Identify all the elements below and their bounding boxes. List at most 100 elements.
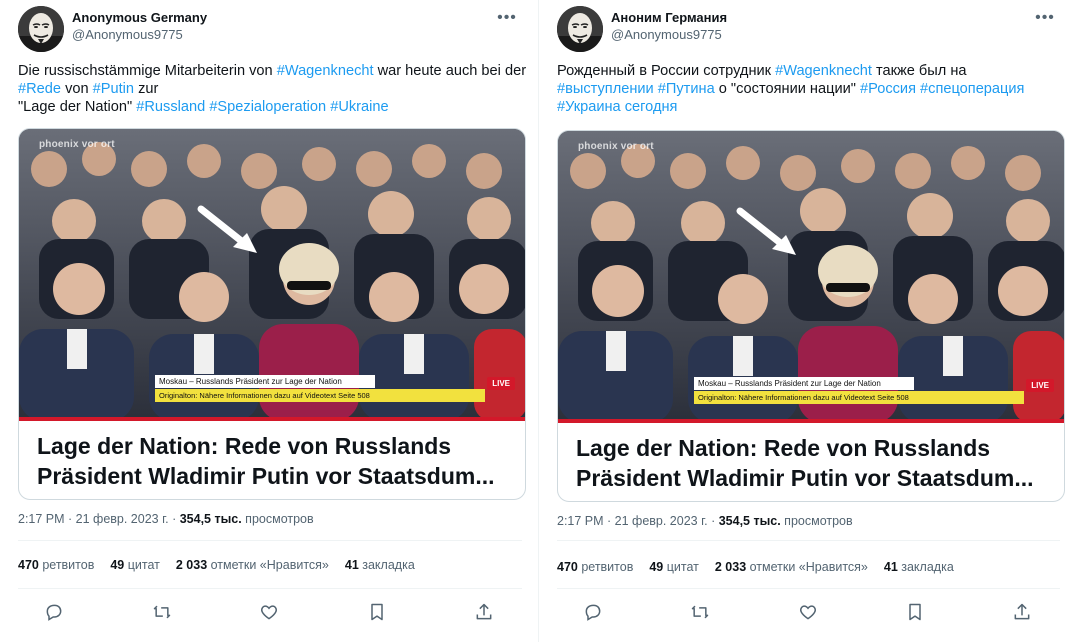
- card-title[interactable]: Lage der Nation: Rede von Russlands Präs…: [19, 421, 525, 491]
- heart-icon: [261, 605, 277, 620]
- hashtag-link[interactable]: #Россия: [860, 81, 916, 97]
- bookmark-icon: [370, 603, 383, 621]
- channel-watermark: phoenix vor ort: [39, 139, 115, 150]
- lower-third-line2: Originalton: Nähere Informationen dazu a…: [694, 391, 1024, 404]
- heart-icon: [799, 605, 816, 620]
- hashtag-link[interactable]: #Wagenknecht: [277, 63, 374, 79]
- likes-label: отметки «Нравится»: [746, 560, 868, 574]
- avatar[interactable]: [18, 6, 64, 52]
- hashtag-link[interactable]: #спецоперация: [920, 81, 1024, 97]
- hashtag-link[interactable]: #Украина сегодня: [557, 99, 677, 115]
- retweet-icon: [692, 605, 709, 619]
- more-horizontal-icon[interactable]: •••: [496, 8, 518, 28]
- views-count: 354,5 тыс.: [718, 514, 781, 528]
- share-button[interactable]: [1008, 598, 1036, 626]
- hashtag-link[interactable]: #Путина: [658, 81, 715, 97]
- likes-stat[interactable]: 2 033 отметки «Нравится»: [176, 558, 329, 572]
- like-button[interactable]: [255, 598, 283, 626]
- reply-button[interactable]: [40, 598, 68, 626]
- tweet-text-segment: Рожденный в России сотрудник: [557, 63, 776, 79]
- tweet-header: Аноним Германия @Anonymous9775 •••: [557, 6, 1060, 54]
- lower-third-line1: Moskau – Russlands Präsident zur Lage de…: [155, 375, 375, 388]
- card-title[interactable]: Lage der Nation: Rede von Russlands Präs…: [558, 423, 1064, 493]
- hashtag-link[interactable]: #Putin: [93, 81, 134, 97]
- bookmarks-label: закладка: [358, 558, 415, 572]
- tweet-text: Die russischstämmige Mitarbeiterin von #…: [18, 62, 528, 116]
- tweet-text-segment: zur: [134, 81, 159, 97]
- engagement-stats: 470 ретвитов 49 цитат 2 033 отметки «Нра…: [18, 558, 415, 572]
- likes-count: 2 033: [714, 560, 747, 574]
- retweet-button[interactable]: [148, 598, 176, 626]
- quotes-count: 49: [110, 558, 125, 572]
- tweet-left: Anonymous Germany @Anonymous9775 ••• Die…: [0, 0, 538, 642]
- action-bar: [40, 598, 498, 626]
- card-title-line2: Präsident Wladimir Putin vor Staatsdum..…: [576, 465, 1034, 491]
- retweets-count: 470: [557, 560, 578, 574]
- author-handle[interactable]: @Anonymous9775: [72, 26, 207, 44]
- bookmark-button[interactable]: [363, 598, 391, 626]
- link-card[interactable]: phoenix vor ort Moskau – Russlands Präsi…: [18, 128, 526, 500]
- bookmarks-count: 41: [344, 558, 359, 572]
- tweet-meta: 2:17 PM · 21 февр. 2023 г. · 354,5 тыс. …: [18, 512, 314, 526]
- live-badge: LIVE: [1026, 379, 1054, 392]
- hashtag-link[interactable]: #Ukraine: [330, 99, 388, 115]
- lower-third-line2: Originalton: Nähere Informationen dazu a…: [155, 389, 485, 402]
- tweet-text-segment: также был на: [871, 63, 967, 79]
- author-display-name[interactable]: Anonymous Germany: [72, 10, 207, 26]
- tweet-text-segment: о "состоянии нации": [714, 81, 860, 97]
- hashtag-link[interactable]: #Wagenknecht: [775, 63, 872, 79]
- share-icon: [1014, 603, 1030, 620]
- reply-button[interactable]: [579, 598, 607, 626]
- retweets-count: 470: [18, 558, 39, 572]
- tweet-timestamp[interactable]: 2:17 PM · 21 февр. 2023 г. ·: [18, 512, 180, 526]
- views-count: 354,5 тыс.: [179, 512, 242, 526]
- card-title-line1: Lage der Nation: Rede von Russlands: [37, 433, 452, 459]
- views-label: просмотров: [241, 512, 314, 526]
- tweet-text-segment: "Lage der Nation": [18, 99, 137, 115]
- bookmark-button[interactable]: [901, 598, 929, 626]
- quotes-label: цитат: [124, 558, 160, 572]
- hashtag-link[interactable]: #выступлении: [557, 81, 654, 97]
- bookmarks-stat[interactable]: 41 закладка: [345, 558, 415, 572]
- hashtag-link[interactable]: #Russland: [136, 99, 205, 115]
- card-image: phoenix vor ort Moskau – Russlands Präsi…: [558, 131, 1064, 423]
- lower-third: Moskau – Russlands Präsident zur Lage de…: [694, 377, 1024, 404]
- more-horizontal-icon[interactable]: •••: [1034, 8, 1056, 28]
- divider: [557, 588, 1060, 589]
- likes-label: отметки «Нравится»: [207, 558, 329, 572]
- likes-stat[interactable]: 2 033 отметки «Нравится»: [715, 560, 868, 574]
- divider: [557, 540, 1060, 541]
- share-icon: [476, 603, 492, 620]
- avatar[interactable]: [557, 6, 603, 52]
- tweet-text: Рожденный в России сотрудник #Wagenknech…: [557, 62, 1067, 116]
- retweet-icon: [153, 605, 170, 619]
- quotes-label: цитат: [663, 560, 699, 574]
- quotes-count: 49: [649, 560, 664, 574]
- card-title-line1: Lage der Nation: Rede von Russlands: [576, 435, 991, 461]
- author-handle[interactable]: @Anonymous9775: [611, 26, 727, 44]
- lower-third: Moskau – Russlands Präsident zur Lage de…: [155, 375, 485, 402]
- retweets-stat[interactable]: 470 ретвитов: [557, 560, 633, 574]
- channel-watermark: phoenix vor ort: [578, 141, 654, 152]
- divider: [18, 588, 522, 589]
- quotes-stat[interactable]: 49 цитат: [649, 560, 699, 574]
- quotes-stat[interactable]: 49 цитат: [110, 558, 160, 572]
- share-button[interactable]: [470, 598, 498, 626]
- tweet-timestamp[interactable]: 2:17 PM · 21 февр. 2023 г. ·: [557, 514, 719, 528]
- hashtag-link[interactable]: #Spezialoperation: [209, 99, 326, 115]
- red-bar: [19, 417, 525, 421]
- hashtag-link[interactable]: #Rede: [18, 81, 61, 97]
- bookmarks-stat[interactable]: 41 закладка: [884, 560, 954, 574]
- link-card[interactable]: phoenix vor ort Moskau – Russlands Präsi…: [557, 130, 1065, 502]
- red-bar: [558, 419, 1064, 423]
- like-button[interactable]: [794, 598, 822, 626]
- tweet-meta: 2:17 PM · 21 февр. 2023 г. · 354,5 тыс. …: [557, 514, 853, 528]
- bookmarks-label: закладка: [897, 560, 954, 574]
- tweet-text-segment: von: [61, 81, 93, 97]
- retweet-button[interactable]: [686, 598, 714, 626]
- retweets-label: ретвитов: [38, 558, 95, 572]
- retweets-stat[interactable]: 470 ретвитов: [18, 558, 94, 572]
- tweet-header: Anonymous Germany @Anonymous9775 •••: [18, 6, 522, 54]
- tweet-right: Аноним Германия @Anonymous9775 ••• Рожде…: [538, 0, 1076, 642]
- author-display-name[interactable]: Аноним Германия: [611, 10, 727, 26]
